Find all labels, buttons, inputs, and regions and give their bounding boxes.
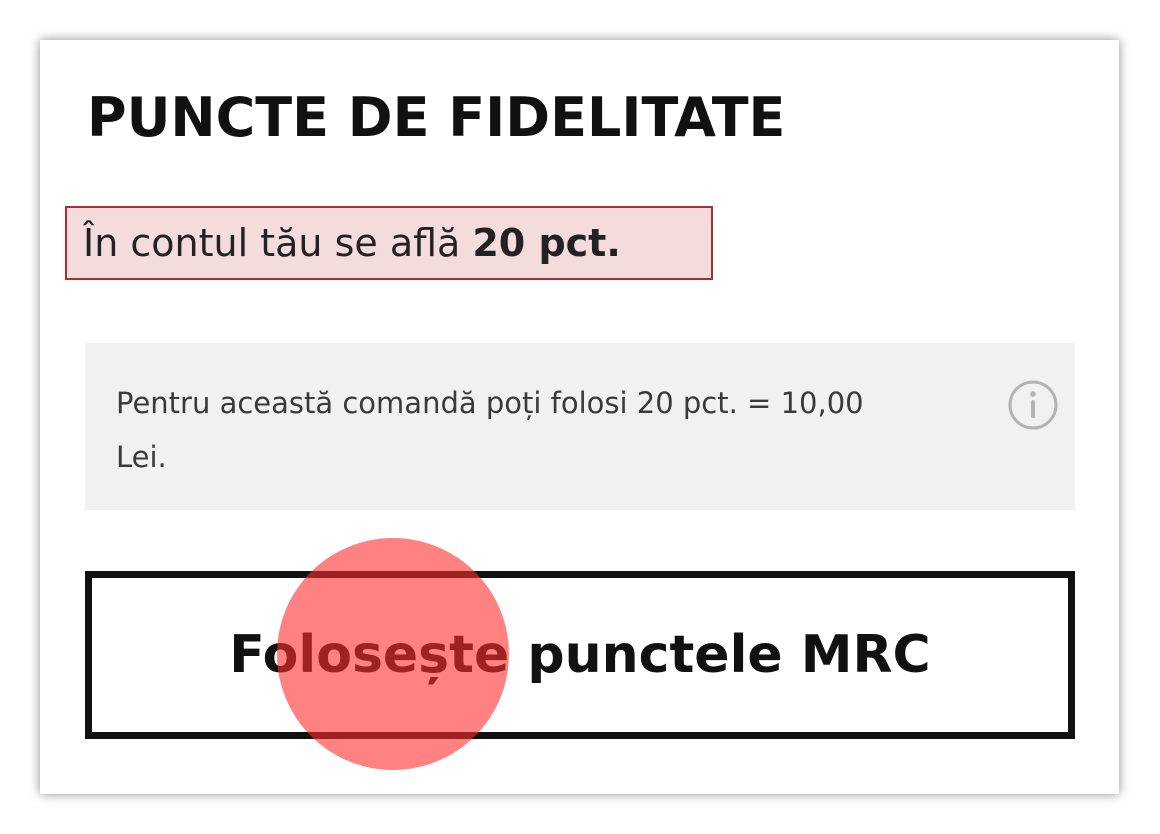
info-icon[interactable] — [1007, 379, 1059, 431]
balance-text: În contul tău se află — [83, 221, 461, 265]
redeem-info-box: Pentru această comandă poți folosi 20 pc… — [85, 343, 1075, 510]
loyalty-points-card: PUNCTE DE FIDELITATE În contul tău se af… — [40, 40, 1119, 794]
points-balance-highlight: În contul tău se află 20 pct. — [65, 206, 713, 280]
section-title: PUNCTE DE FIDELITATE — [87, 86, 786, 149]
use-points-button[interactable]: Folosește punctele MRC — [85, 571, 1075, 739]
redeem-info-text: Pentru această comandă poți folosi 20 pc… — [116, 386, 864, 474]
balance-points: 20 pct. — [472, 221, 621, 265]
